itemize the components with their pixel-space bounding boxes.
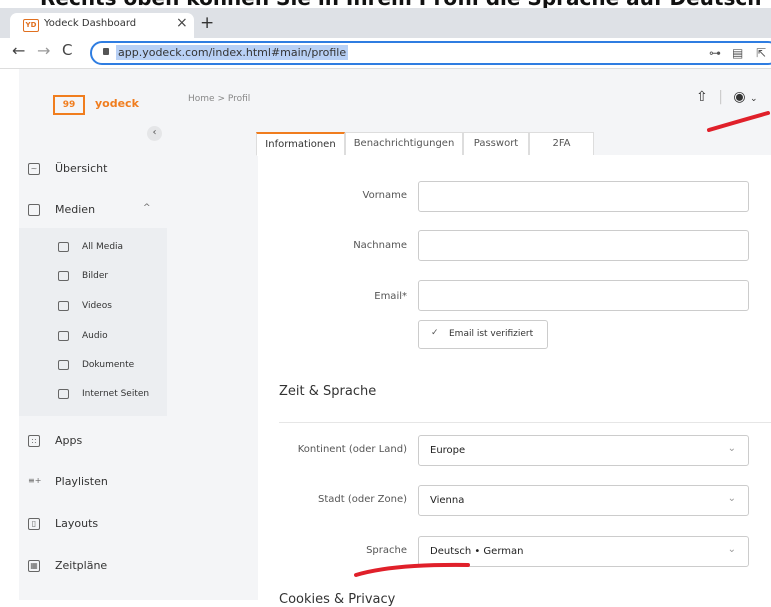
annotation-stroke [354,562,470,577]
sidebar-item-label: Übersicht [55,162,108,175]
sidebar-item-uebersicht[interactable]: ~ Übersicht [19,155,167,185]
medien-submenu [19,228,167,416]
annotation-stroke [707,111,770,132]
tab-2fa[interactable]: 2FA [529,132,594,156]
new-tab-icon[interactable]: + [200,13,214,33]
calendar-icon: ▦ [28,560,40,572]
tab-informationen[interactable]: Informationen [256,132,345,156]
lock-icon [103,48,109,55]
sidebar-item-label: Medien [55,203,96,216]
collapse-sidebar-button[interactable]: ‹ [147,126,162,141]
header-actions: ⇧ | ◉ ⌄ [696,89,758,105]
video-icon [58,301,69,311]
sidebar-item-label: Layouts [55,517,99,530]
forward-icon[interactable]: → [37,41,50,60]
vorname-field[interactable] [418,181,749,212]
continent-select[interactable]: Europe ⌄ [418,435,749,466]
chevron-down-icon: ⌄ [727,544,736,555]
sidebar-item-playlisten[interactable]: ≡+ Playlisten [19,468,167,498]
chevron-down-icon[interactable]: ⌄ [750,94,758,104]
language-label: Sprache [366,545,407,556]
email-field[interactable] [418,280,749,311]
browser-tab[interactable]: YD Yodeck Dashboard × [10,13,194,38]
share-icon[interactable]: ⇱ [756,46,766,60]
sidebar-item-apps[interactable]: :: Apps [19,427,167,457]
nachname-field[interactable] [418,230,749,261]
sidebar-item-layouts[interactable]: ▯ Layouts [19,510,167,540]
continent-value: Europe [430,445,466,456]
continent-label: Kontinent (oder Land) [297,444,407,455]
image-icon [58,271,69,281]
city-label: Stadt (oder Zone) [317,494,407,505]
chevron-down-icon: ⌄ [727,493,736,504]
profile-form-card [258,155,771,600]
email-verified-button[interactable]: ✓ Email ist verifiziert [418,320,548,349]
upload-icon[interactable]: ⇧ [696,89,708,105]
city-value: Vienna [430,495,465,506]
sidebar-subitem-label: Dokumente [82,360,135,370]
nachname-label: Nachname [353,240,407,251]
sidebar-item-label: Playlisten [55,475,108,488]
sidebar-subitem-label: Videos [82,301,112,311]
yodeck-logo-icon[interactable]: 99 [53,95,85,115]
email-verified-label: Email ist verifiziert [449,329,534,339]
playlist-icon: ≡+ [28,476,42,485]
document-icon [58,360,69,370]
section-title-zeit-sprache: Zeit & Sprache [279,384,377,399]
speaker-icon [58,331,69,341]
browser-icon [58,389,69,399]
close-tab-icon[interactable]: × [176,15,188,31]
grid-icon: :: [28,435,40,447]
sidebar-item-zeitplaene[interactable]: ▦ Zeitpläne [19,552,167,582]
tab-title: Yodeck Dashboard [44,18,137,29]
url-text: app.yodeck.com/index.html#main/profile [116,45,349,60]
url-input[interactable]: app.yodeck.com/index.html#main/profile ⊶… [90,41,771,65]
key-icon[interactable]: ⊶ [709,46,721,60]
check-icon: ✓ [431,328,439,338]
layout-icon: ▯ [28,518,40,530]
user-menu-icon[interactable]: ◉ [733,89,745,105]
language-value: Deutsch • German [430,546,524,557]
sidebar-subitem-label: All Media [82,242,124,252]
sidebar-subitem-label: Bilder [82,271,109,281]
translate-icon[interactable]: ▤ [732,46,743,60]
sidebar-subitem-label: Internet Seiten [82,389,150,399]
yodeck-favicon-icon: YD [23,19,39,32]
vorname-label: Vorname [362,190,407,201]
breadcrumb[interactable]: Home > Profil [188,94,250,104]
chevron-up-icon: ^ [143,203,151,213]
email-label: Email* [374,291,407,302]
back-icon[interactable]: ← [12,41,25,60]
divider: | [718,89,723,105]
city-select[interactable]: Vienna ⌄ [418,485,749,516]
sidebar-subitem-label: Audio [82,331,108,341]
tab-passwort[interactable]: Passwort [463,132,529,156]
caption-text: Rechts oben können Sie in Ihrem Profil d… [40,0,761,8]
folder-icon [28,204,40,216]
sidebar-item-label: Zeitpläne [55,559,108,572]
folder-icon [58,242,69,252]
chevron-down-icon: ⌄ [727,443,736,454]
sidebar-item-medien[interactable]: Medien ^ [19,196,167,226]
logo-text: yodeck [95,97,139,110]
chart-icon: ~ [28,163,40,175]
reload-icon[interactable]: C [62,41,72,59]
sidebar-item-label: Apps [55,434,83,447]
caption-strip: Rechts oben können Sie in Ihrem Profil d… [0,0,771,8]
section-divider [279,422,771,423]
tab-benachrichtigungen[interactable]: Benachrichtigungen [345,132,463,156]
